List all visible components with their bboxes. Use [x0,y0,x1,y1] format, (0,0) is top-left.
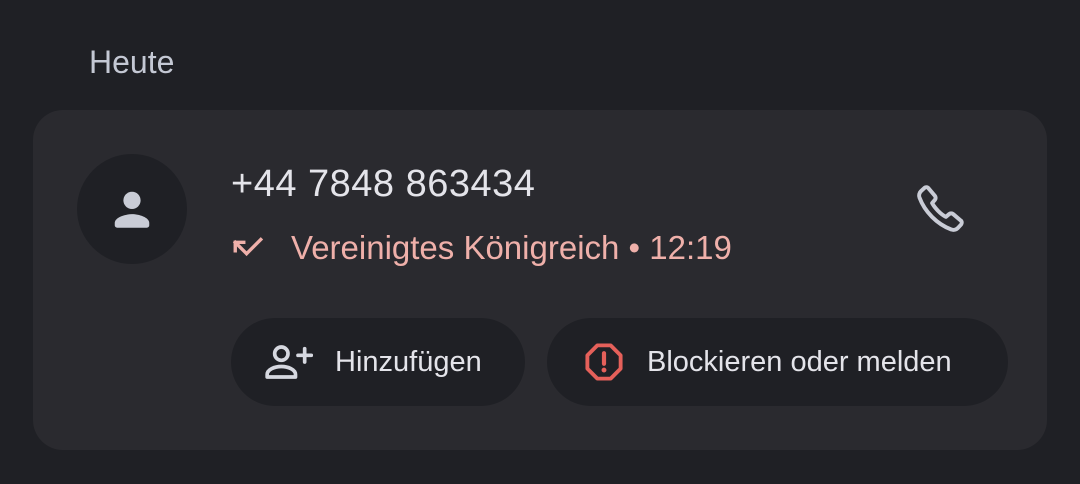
call-country-time: Vereinigtes Königreich • 12:19 [291,229,732,266]
avatar [77,154,187,264]
section-header-today: Heute [89,44,175,80]
missed-call-icon [231,228,271,268]
add-contact-button[interactable]: Hinzufügen [231,318,525,406]
phone-number: +44 7848 863434 [231,163,536,205]
call-log-screen: Heute +44 7848 863434 Vereinigtes Königr… [0,0,1080,484]
person-icon [109,186,155,232]
call-detail-row: Vereinigtes Königreich • 12:19 [231,226,732,270]
report-octagon-icon [583,341,625,383]
call-log-entry-card[interactable]: +44 7848 863434 Vereinigtes Königreich •… [33,110,1047,450]
block-report-button[interactable]: Blockieren oder melden [547,318,1008,406]
phone-icon [913,180,969,241]
call-button[interactable] [907,176,975,244]
add-contact-label: Hinzufügen [335,346,482,378]
block-report-label: Blockieren oder melden [647,346,952,378]
person-add-icon [263,342,313,382]
